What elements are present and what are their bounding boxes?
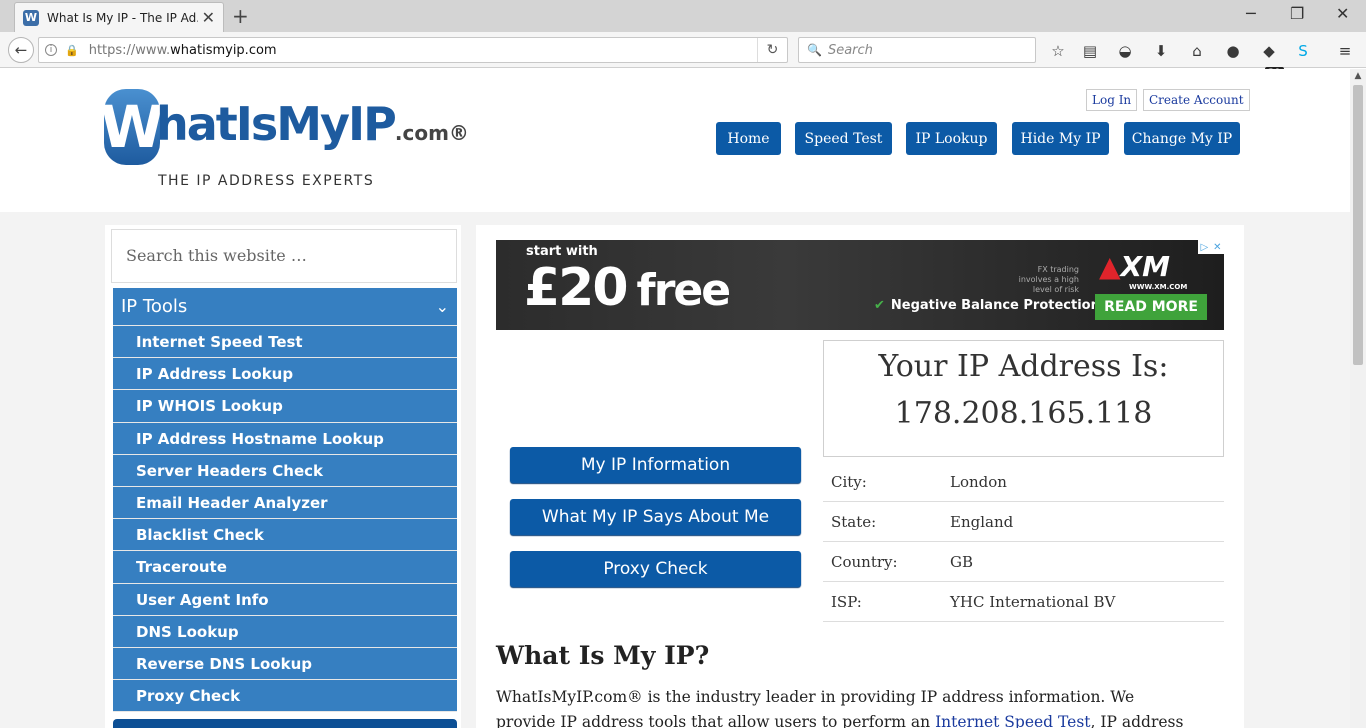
sidebar-item-hostname-lookup[interactable]: IP Address Hostname Lookup <box>113 422 457 455</box>
ip-address-value: 178.208.165.118 <box>894 396 1153 431</box>
close-tab-icon[interactable]: ✕ <box>202 8 215 27</box>
info-icon[interactable]: i <box>45 44 57 56</box>
sidebar-item-internet-speed-test[interactable]: Internet Speed Test <box>113 326 457 359</box>
nav-hide-my-ip[interactable]: Hide My IP <box>1012 122 1109 155</box>
minimize-icon[interactable]: ─ <box>1246 4 1256 23</box>
sidebar-item-email-header[interactable]: Email Header Analyzer <box>113 486 457 520</box>
nav-change-my-ip[interactable]: Change My IP <box>1124 122 1240 155</box>
chat-icon[interactable]: ● <box>1223 41 1243 61</box>
ip-tools-list: Internet Speed Test IP Address Lookup IP… <box>113 326 457 713</box>
adchoices-icon: ▷ <box>1200 241 1209 253</box>
download-icon[interactable]: ⬇ <box>1151 41 1171 61</box>
nav-home[interactable]: Home <box>716 122 781 155</box>
browser-search-input[interactable]: 🔍 Search <box>798 37 1036 63</box>
ad-start-with: start with <box>526 244 598 259</box>
sidebar-item-reverse-dns[interactable]: Reverse DNS Lookup <box>113 647 457 681</box>
chevron-down-icon[interactable]: ⌄ <box>436 297 449 316</box>
browser-tab[interactable]: W What Is My IP - The IP Ad... ✕ <box>14 2 224 32</box>
lock-icon: 🔒 <box>65 43 79 57</box>
sidebar-item-user-agent[interactable]: User Agent Info <box>113 583 457 616</box>
isp-value: YHC International BV <box>950 592 1116 611</box>
web-page: W hatIsMyIP.com® THE IP ADDRESS EXPERTS … <box>0 69 1350 728</box>
site-logo[interactable]: W hatIsMyIP.com® THE IP ADDRESS EXPERTS <box>100 89 469 189</box>
ip-address-label: Your IP Address Is: <box>878 349 1169 384</box>
scroll-up-icon[interactable]: ▲ <box>1350 71 1366 81</box>
url-text: https://www.whatismyip.com <box>88 42 277 58</box>
proxy-check-button[interactable]: Proxy Check <box>510 551 801 587</box>
create-account-link[interactable]: Create Account <box>1143 89 1250 111</box>
sidebar-item-blacklist-check[interactable]: Blacklist Check <box>113 519 457 552</box>
reading-list-icon[interactable]: ▤ <box>1080 41 1100 61</box>
sidebar-item-traceroute[interactable]: Traceroute <box>113 551 457 584</box>
home-icon[interactable]: ⌂ <box>1187 41 1207 61</box>
state-label: State: <box>831 512 877 531</box>
site-search-input[interactable]: Search this website … <box>111 229 457 283</box>
tab-bar: W What Is My IP - The IP Ad... ✕ + ─ ❐ ✕ <box>0 0 1366 32</box>
sidebar-item-server-headers[interactable]: Server Headers Check <box>113 454 457 487</box>
ad-headline: £20 free <box>524 258 731 318</box>
navigation-toolbar: ← i 🔒 https://www.whatismyip.com ↻ 🔍 Sea… <box>0 32 1366 79</box>
info-row-country: Country: GB <box>823 542 1224 582</box>
nav-ip-lookup[interactable]: IP Lookup <box>906 122 997 155</box>
advertisement-banner[interactable]: start with £20 free FX trading involves a… <box>496 240 1224 330</box>
nav-speed-test[interactable]: Speed Test <box>795 122 892 155</box>
new-tab-icon[interactable]: + <box>232 4 249 28</box>
extension-icon[interactable]: ◆ <box>1259 41 1279 61</box>
info-row-state: State: England <box>823 502 1224 542</box>
restore-icon[interactable]: ❐ <box>1290 4 1304 23</box>
info-row-city: City: London <box>823 462 1224 502</box>
search-placeholder: Search <box>827 42 873 58</box>
xm-bull-icon: ▲ <box>1099 250 1121 283</box>
sidebar-item-dns-lookup[interactable]: DNS Lookup <box>113 615 457 648</box>
about-paragraph: WhatIsMyIP.com® is the industry leader i… <box>496 685 1196 728</box>
ad-brand-logo: ▲XM WWW.XM.COM <box>1099 250 1188 291</box>
skype-icon[interactable]: S <box>1293 41 1313 61</box>
back-arrow-icon[interactable]: ← <box>8 37 34 63</box>
pocket-icon[interactable]: ◒ <box>1115 41 1135 61</box>
next-section-header[interactable] <box>113 719 457 728</box>
logo-text: hatIsMyIP.com® <box>156 97 469 151</box>
check-icon: ✔ <box>874 298 885 313</box>
speed-test-link[interactable]: Internet Speed Test <box>935 713 1090 728</box>
country-value: GB <box>950 552 974 571</box>
city-label: City: <box>831 472 867 491</box>
page-scrollbar[interactable]: ▲ <box>1350 69 1366 728</box>
info-row-isp: ISP: YHC International BV <box>823 582 1224 622</box>
ad-close-icon[interactable]: ▷ ✕ <box>1198 240 1224 254</box>
ad-risk-note: FX trading involves a high level of risk <box>1018 265 1079 294</box>
main-content: start with £20 free FX trading involves a… <box>476 225 1244 728</box>
sidebar-item-ip-whois-lookup[interactable]: IP WHOIS Lookup <box>113 390 457 423</box>
about-heading: What Is My IP? <box>496 641 710 670</box>
ad-feature: ✔ Negative Balance Protection <box>874 298 1100 313</box>
bookmark-star-icon[interactable]: ☆ <box>1048 41 1068 61</box>
logo-mark: W <box>100 89 164 165</box>
login-link[interactable]: Log In <box>1086 89 1138 111</box>
ip-address-box: Your IP Address Is: 178.208.165.118 <box>823 340 1224 457</box>
what-my-ip-says-button[interactable]: What My IP Says About Me <box>510 499 801 535</box>
site-header: W hatIsMyIP.com® THE IP ADDRESS EXPERTS … <box>0 69 1350 212</box>
ad-read-more-button[interactable]: READ MORE <box>1095 294 1207 320</box>
ip-tools-header[interactable]: IP Tools ⌄ <box>113 288 457 326</box>
sidebar-item-ip-address-lookup[interactable]: IP Address Lookup <box>113 358 457 391</box>
menu-icon[interactable]: ≡ <box>1335 41 1355 61</box>
my-ip-information-button[interactable]: My IP Information <box>510 447 801 483</box>
city-value: London <box>950 472 1007 491</box>
search-icon: 🔍 <box>807 43 822 57</box>
ip-tools-title: IP Tools <box>121 296 188 317</box>
address-bar[interactable]: i 🔒 https://www.whatismyip.com ↻ <box>38 37 788 63</box>
tab-title: What Is My IP - The IP Ad... <box>47 10 198 25</box>
country-label: Country: <box>831 552 898 571</box>
scroll-thumb[interactable] <box>1353 85 1363 365</box>
close-window-icon[interactable]: ✕ <box>1336 4 1349 23</box>
logo-tagline: THE IP ADDRESS EXPERTS <box>158 173 375 189</box>
reload-icon[interactable]: ↻ <box>757 38 787 62</box>
sidebar: Search this website … IP Tools ⌄ Interne… <box>105 225 461 728</box>
site-favicon-icon: W <box>23 9 39 26</box>
ip-info-table: City: London State: England Country: GB … <box>823 462 1224 622</box>
state-value: England <box>950 512 1014 531</box>
isp-label: ISP: <box>831 592 862 611</box>
sidebar-item-proxy-check[interactable]: Proxy Check <box>113 680 457 713</box>
